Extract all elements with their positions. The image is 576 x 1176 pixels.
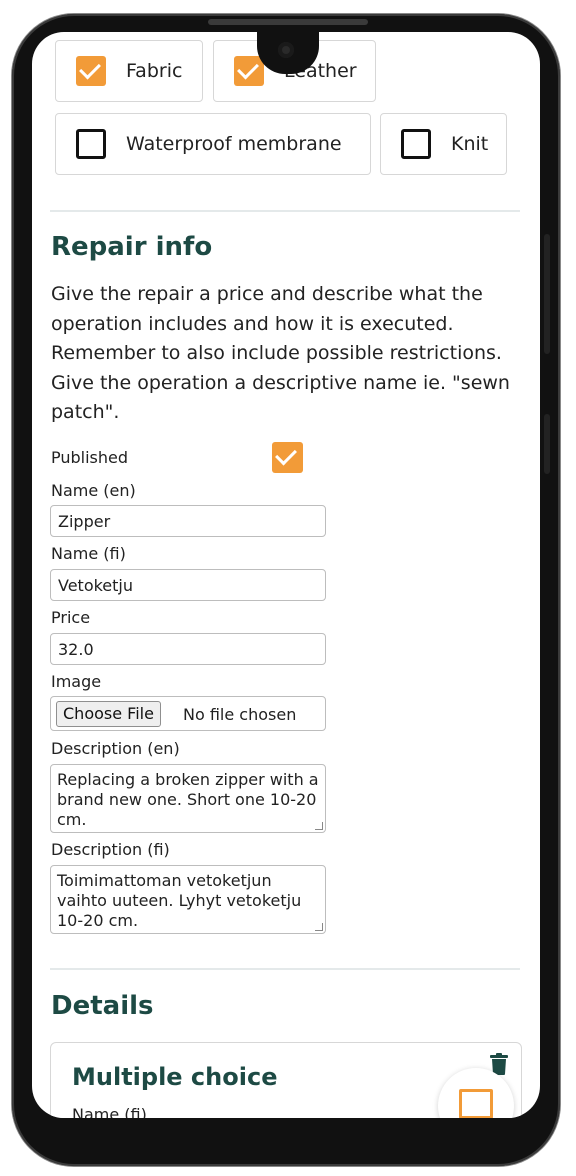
material-chip-knit[interactable]: Knit bbox=[380, 113, 507, 175]
waterproof-membrane-label: Waterproof membrane bbox=[126, 133, 342, 155]
description-en-text: Replacing a broken zipper with a brand n… bbox=[57, 770, 319, 829]
resize-handle-icon[interactable] bbox=[315, 923, 323, 931]
chat-icon bbox=[459, 1089, 493, 1118]
repair-info-intro: Give the repair a price and describe wha… bbox=[51, 283, 510, 424]
knit-checkbox[interactable] bbox=[401, 129, 431, 159]
fabric-label: Fabric bbox=[126, 60, 183, 82]
fabric-checkbox[interactable] bbox=[76, 56, 106, 86]
description-fi-text: Toimimattoman vetoketjun vaihto uuteen. … bbox=[57, 871, 302, 930]
description-fi-textarea[interactable]: Toimimattoman vetoketjun vaihto uuteen. … bbox=[50, 865, 326, 934]
camera-icon bbox=[278, 42, 294, 58]
description-en-label: Description (en) bbox=[51, 739, 180, 758]
choose-file-button[interactable]: Choose File bbox=[56, 701, 161, 727]
section-divider bbox=[50, 968, 520, 970]
details-heading: Details bbox=[51, 991, 154, 1021]
name-en-label: Name (en) bbox=[51, 481, 136, 500]
published-label: Published bbox=[51, 448, 129, 467]
image-label: Image bbox=[51, 672, 102, 691]
waterproof-membrane-checkbox[interactable] bbox=[76, 129, 106, 159]
resize-handle-icon[interactable] bbox=[315, 822, 323, 830]
repair-info-heading: Repair info bbox=[51, 232, 213, 262]
price-label: Price bbox=[51, 608, 91, 627]
price-input[interactable]: 32.0 bbox=[50, 633, 326, 665]
question-card-title: Multiple choice bbox=[72, 1063, 278, 1091]
section-divider bbox=[50, 210, 520, 212]
description-fi-label: Description (fi) bbox=[51, 840, 170, 859]
card-field-label: Name (fi) bbox=[72, 1105, 147, 1118]
file-status-text: No file chosen bbox=[183, 705, 297, 724]
published-checkbox[interactable] bbox=[272, 442, 303, 473]
material-chip-waterproof-membrane[interactable]: Waterproof membrane bbox=[55, 113, 371, 175]
volume-button bbox=[544, 234, 550, 354]
power-button bbox=[544, 414, 550, 474]
name-fi-input[interactable]: Vetoketju bbox=[50, 569, 326, 601]
description-en-textarea[interactable]: Replacing a broken zipper with a brand n… bbox=[50, 764, 326, 833]
material-chip-fabric[interactable]: Fabric bbox=[55, 40, 203, 102]
page-content: Fabric Leather Waterproof membrane Knit … bbox=[32, 32, 540, 1118]
knit-label: Knit bbox=[451, 133, 489, 155]
image-file-input[interactable]: Choose File No file chosen bbox=[50, 696, 326, 731]
name-fi-label: Name (fi) bbox=[51, 544, 126, 563]
name-en-input[interactable]: Zipper bbox=[50, 505, 326, 537]
screen: Fabric Leather Waterproof membrane Knit … bbox=[32, 32, 540, 1118]
leather-checkbox[interactable] bbox=[234, 56, 264, 86]
speaker-grille bbox=[208, 19, 368, 25]
